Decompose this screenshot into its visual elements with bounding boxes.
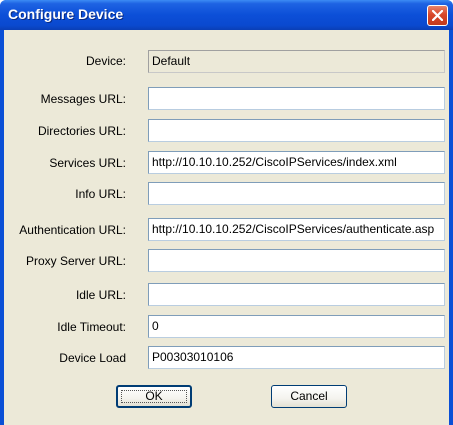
idle-timeout-label: Idle Timeout: [57, 320, 126, 334]
idle-url-field[interactable] [148, 283, 445, 306]
authentication-url-field[interactable]: http://10.10.10.252/CiscoIPServices/auth… [148, 218, 445, 241]
dialog-body: Device: Default Messages URL: Directorie… [4, 30, 449, 425]
close-button[interactable] [427, 5, 448, 26]
messages-url-field[interactable] [148, 87, 445, 110]
directories-url-field[interactable] [148, 119, 445, 142]
info-url-field[interactable] [148, 182, 445, 205]
idle-timeout-field[interactable]: 0 [148, 315, 445, 338]
services-url-label: Services URL: [49, 156, 126, 170]
info-url-label: Info URL: [75, 187, 126, 201]
device-field: Default [148, 50, 445, 73]
close-icon [432, 10, 443, 21]
device-load-field[interactable]: P00303010106 [148, 346, 445, 369]
idle-url-label: Idle URL: [75, 288, 126, 302]
device-label: Device: [85, 54, 126, 68]
services-url-field[interactable]: http://10.10.10.252/CiscoIPServices/inde… [148, 151, 445, 174]
device-load-label: Device Load [59, 351, 126, 365]
title-bar[interactable]: Configure Device [0, 0, 453, 30]
configure-device-dialog: Configure Device Device: Default Message… [0, 0, 453, 425]
authentication-url-label: Authentication URL: [19, 223, 126, 237]
directories-url-label: Directories URL: [37, 124, 126, 138]
window-title: Configure Device [8, 6, 124, 22]
proxy-server-url-label: Proxy Server URL: [25, 254, 126, 268]
cancel-button-label: Cancel [290, 389, 328, 403]
cancel-button[interactable]: Cancel [271, 385, 347, 408]
focus-rectangle [121, 390, 187, 403]
ok-button[interactable]: OK [116, 385, 192, 408]
messages-url-label: Messages URL: [40, 92, 126, 106]
proxy-server-url-field[interactable] [148, 249, 445, 272]
